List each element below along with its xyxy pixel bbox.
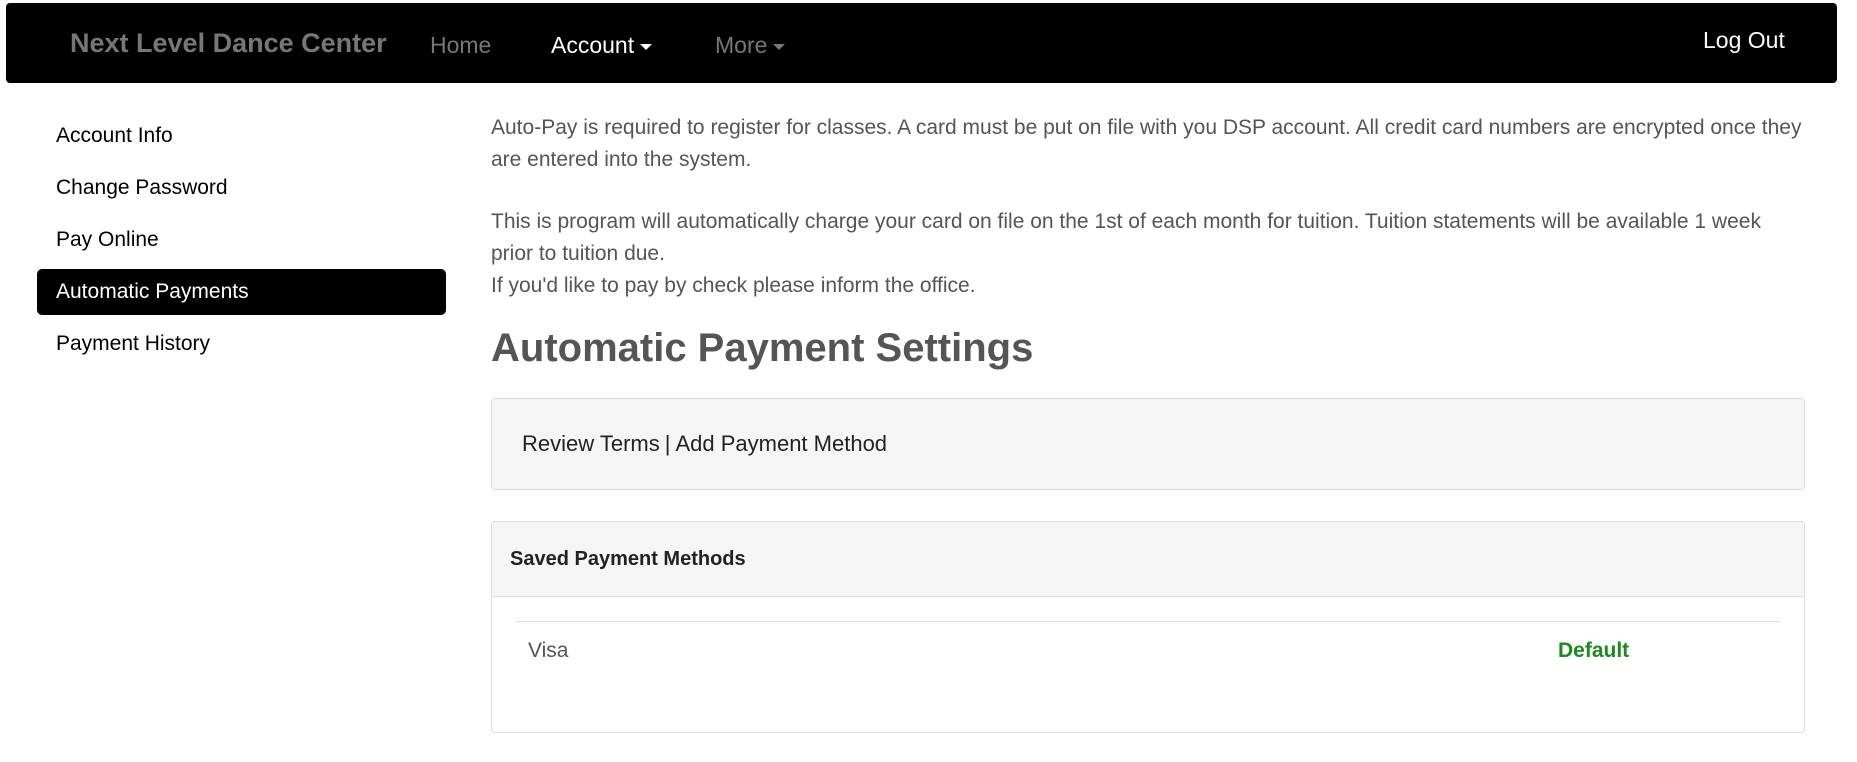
sidebar-item-pay-online[interactable]: Pay Online bbox=[37, 217, 446, 263]
logout-link[interactable]: Log Out bbox=[1703, 27, 1785, 54]
top-navbar: Next Level Dance Center Home Account Mor… bbox=[6, 3, 1837, 83]
nav-account-dropdown[interactable]: Account bbox=[551, 32, 653, 59]
add-payment-method-link[interactable]: Add Payment Method bbox=[675, 431, 887, 456]
sidebar-item-automatic-payments[interactable]: Automatic Payments bbox=[37, 269, 446, 315]
nav-home-link[interactable]: Home bbox=[430, 32, 491, 59]
sidebar-item-change-password[interactable]: Change Password bbox=[37, 165, 446, 211]
caret-down-icon bbox=[773, 43, 786, 50]
default-status-label: Default bbox=[1558, 639, 1630, 662]
main-content: Auto-Pay is required to register for cla… bbox=[491, 112, 1805, 733]
nav-more-label: More bbox=[715, 32, 768, 58]
payment-method-name: Visa bbox=[528, 639, 569, 662]
link-separator: | bbox=[664, 431, 671, 456]
review-terms-link[interactable]: Review Terms bbox=[522, 431, 660, 456]
account-sidebar: Account Info Change Password Pay Online … bbox=[37, 113, 446, 373]
sidebar-item-account-info[interactable]: Account Info bbox=[37, 113, 446, 159]
brand-link[interactable]: Next Level Dance Center bbox=[70, 28, 387, 59]
panel-body: Visa Default bbox=[492, 597, 1804, 682]
intro-paragraph-check: If you'd like to pay by check please inf… bbox=[491, 274, 976, 297]
sidebar-item-payment-history[interactable]: Payment History bbox=[37, 321, 446, 367]
intro-paragraph-charge: This is program will automatically charg… bbox=[491, 210, 1761, 265]
payment-method-row[interactable]: Visa Default bbox=[516, 621, 1780, 682]
page-title: Automatic Payment Settings bbox=[491, 326, 1034, 370]
caret-down-icon bbox=[640, 43, 653, 50]
nav-account-label: Account bbox=[551, 32, 635, 58]
intro-paragraph-autopay: Auto-Pay is required to register for cla… bbox=[491, 116, 1802, 171]
saved-payment-methods-panel: Saved Payment Methods Visa Default bbox=[491, 521, 1805, 733]
intro-text: Auto-Pay is required to register for cla… bbox=[491, 112, 1805, 302]
panel-heading: Saved Payment Methods bbox=[492, 522, 1804, 597]
nav-more-dropdown[interactable]: More bbox=[715, 32, 786, 59]
actions-well: Review Terms | Add Payment Method bbox=[491, 398, 1805, 490]
